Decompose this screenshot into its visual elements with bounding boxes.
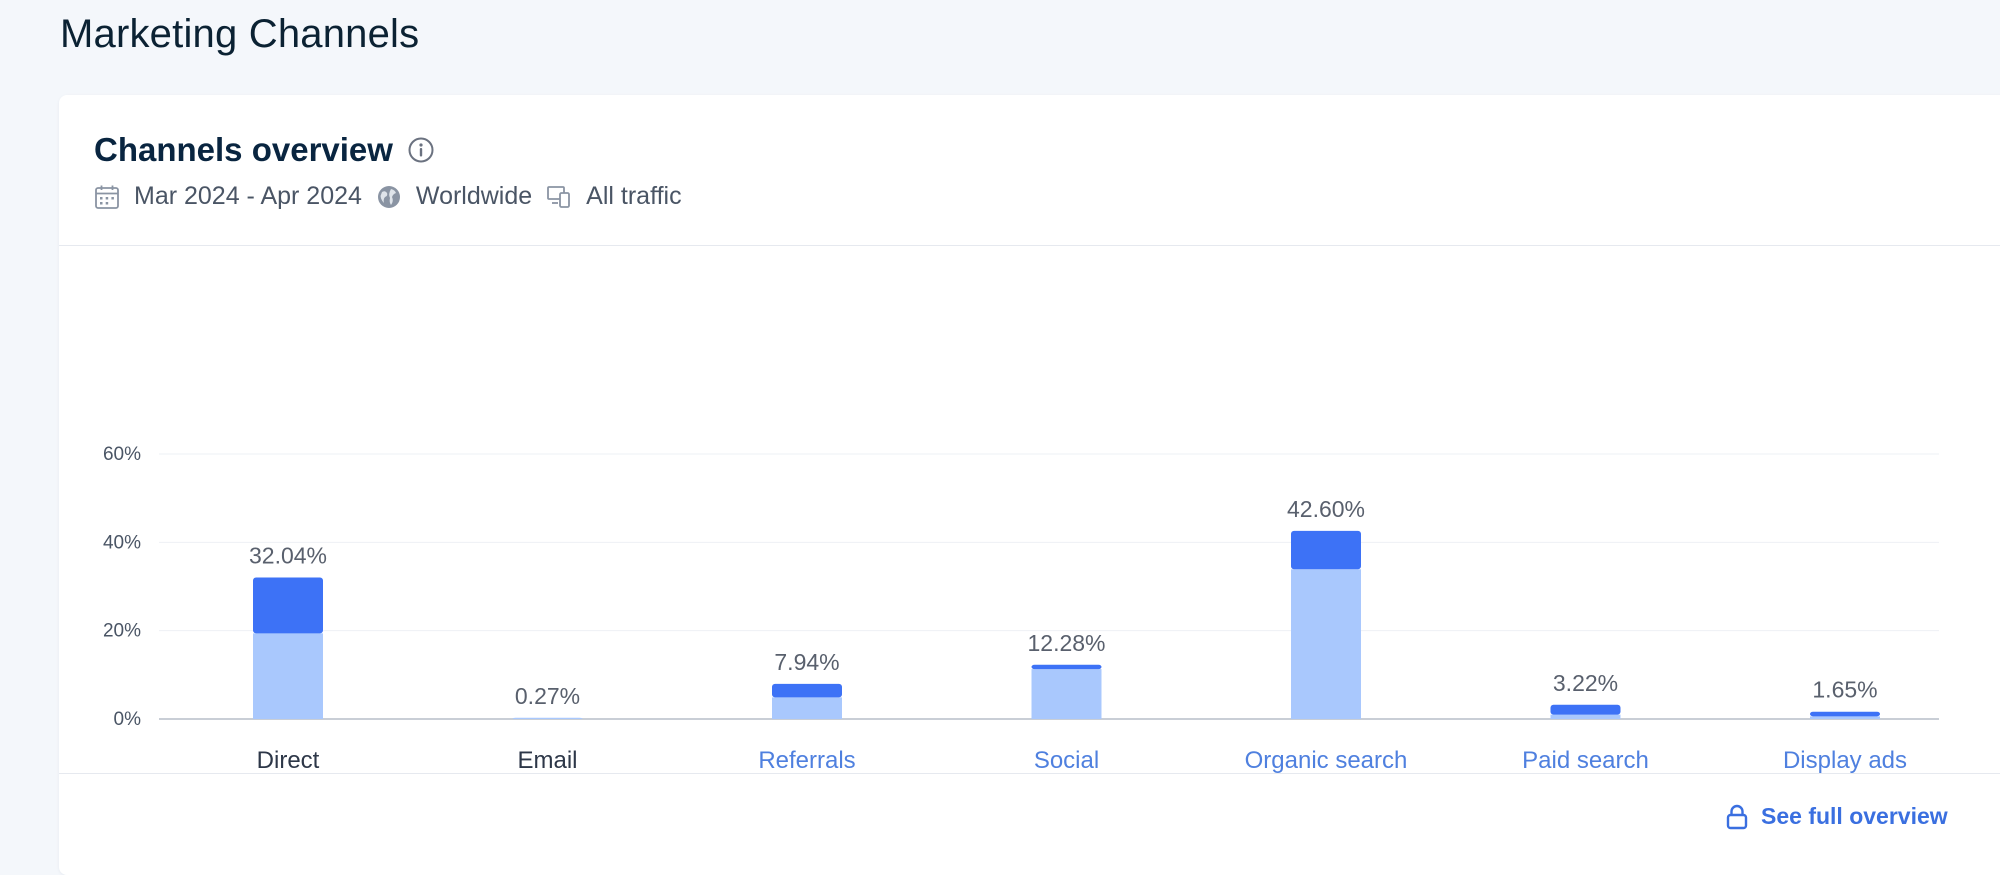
x-category-label[interactable]: Referrals: [758, 747, 855, 774]
y-tick-label: 60%: [103, 444, 141, 465]
page-title: Marketing Channels: [60, 12, 420, 56]
bar-segment: [1291, 569, 1361, 719]
x-category-label: Email: [517, 747, 577, 774]
bar-segment: [1550, 714, 1621, 719]
y-tick-label: 40%: [103, 532, 141, 553]
region-label: Worldwide: [415, 182, 533, 210]
info-icon[interactable]: [407, 136, 435, 164]
lock-icon: [1725, 804, 1749, 830]
bar-value-label: 42.60%: [1287, 496, 1365, 522]
bar-segment: [1810, 716, 1880, 719]
bar-segment: [772, 683, 842, 698]
x-category-label[interactable]: Social: [1034, 747, 1099, 774]
bar-segment: [1810, 711, 1880, 717]
footer-divider: [59, 773, 2000, 774]
bar-segment: [512, 717, 583, 719]
x-category-label: Direct: [257, 747, 320, 774]
bar-value-label: 7.94%: [774, 649, 839, 675]
bar-segment: [1031, 664, 1102, 670]
card-title-row: Channels overview: [94, 131, 435, 169]
date-range-label: Mar 2024 - Apr 2024: [134, 182, 362, 210]
bar-value-label: 3.22%: [1553, 670, 1618, 696]
traffic-label: All traffic: [586, 182, 682, 210]
see-full-overview-link[interactable]: See full overview: [1725, 803, 1948, 830]
x-category-label[interactable]: Organic search: [1245, 747, 1408, 774]
globe-icon: [376, 184, 402, 210]
card-title: Channels overview: [94, 131, 393, 168]
channels-overview-card: Channels overview Mar 2024 - Apr 2024 Wo…: [59, 95, 2000, 875]
bar-segment: [1031, 669, 1102, 719]
bar-value-label: 12.28%: [1027, 630, 1105, 656]
region-filter[interactable]: Worldwide: [376, 182, 532, 211]
date-range-filter[interactable]: Mar 2024 - Apr 2024: [94, 182, 362, 211]
y-tick-label: 0%: [114, 709, 142, 730]
bar-value-label: 32.04%: [249, 542, 327, 568]
filters-row: Mar 2024 - Apr 2024 Worldwide All traffi…: [94, 182, 696, 211]
bar-segment: [1291, 530, 1361, 570]
x-category-label[interactable]: Display ads: [1783, 747, 1907, 774]
traffic-filter[interactable]: All traffic: [546, 182, 682, 211]
bar-segment: [253, 633, 323, 719]
calendar-icon: [94, 184, 120, 210]
bar-segment: [772, 697, 842, 719]
devices-icon: [546, 184, 572, 210]
bar-segment: [253, 577, 323, 634]
card-header: Channels overview Mar 2024 - Apr 2024 Wo…: [59, 95, 2000, 246]
bar-value-label: 0.27%: [515, 683, 580, 709]
see-full-overview-label: See full overview: [1761, 803, 1948, 829]
bar-segment: [1550, 704, 1621, 715]
bar-value-label: 1.65%: [1812, 677, 1877, 703]
y-tick-label: 20%: [103, 621, 141, 642]
x-category-label[interactable]: Paid search: [1522, 747, 1649, 774]
